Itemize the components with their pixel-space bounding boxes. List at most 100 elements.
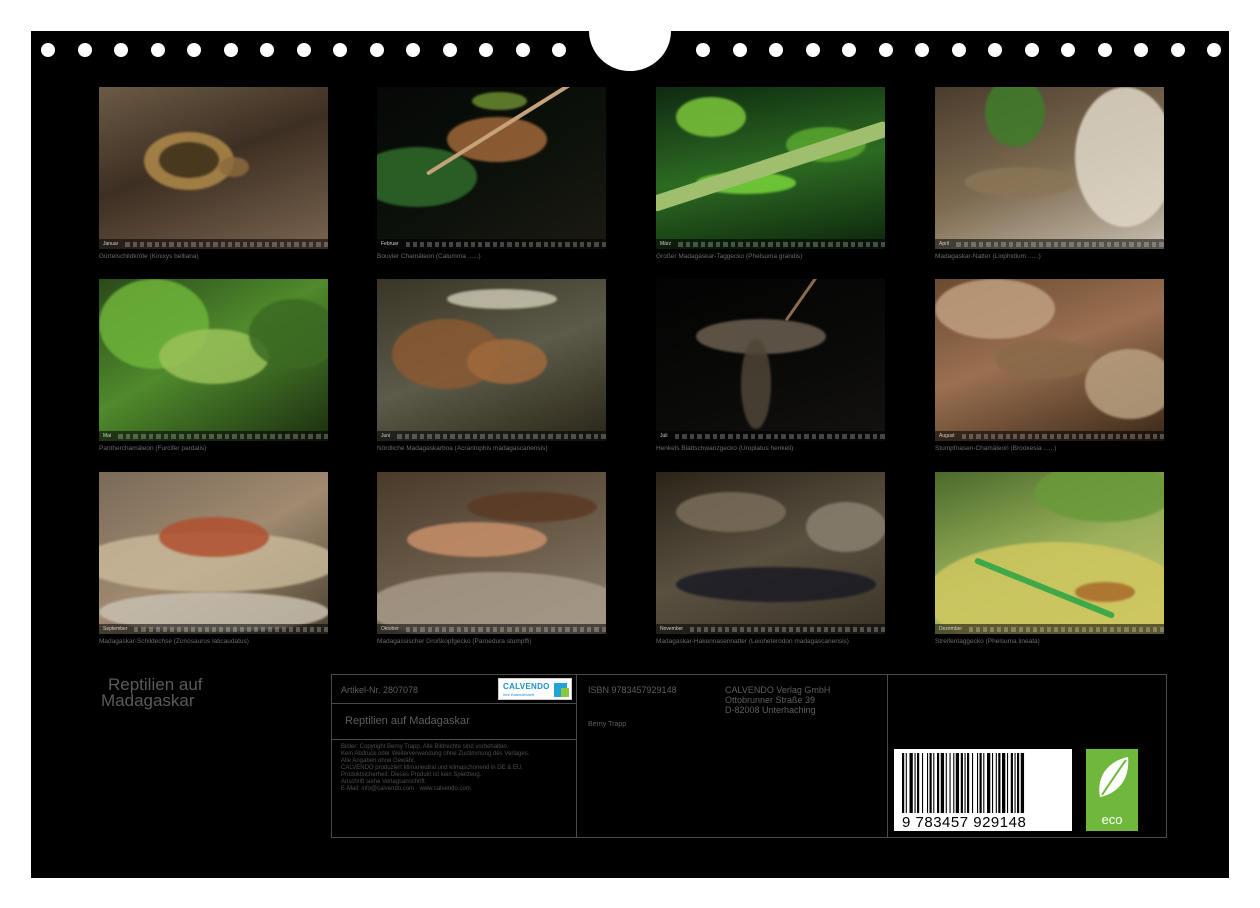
photo-caption: Stumpfnasen-Chamäleon (Brookesia ......) [935, 445, 1057, 452]
publisher-name: CALVENDO Verlag GmbH [725, 685, 831, 695]
photo-caption: Henkels Blattschwanzgecko (Uroplatus hen… [656, 445, 794, 452]
legal-line: Kein Abdruck oder Weiterverwendung ohne … [341, 751, 530, 757]
binding-hole [1207, 43, 1221, 57]
binding-hole [260, 43, 274, 57]
legal-line: CALVENDO produziert klimaneutral und kli… [341, 765, 523, 771]
month-name: Oktober [381, 626, 399, 632]
binding-hole [296, 43, 311, 57]
binding-hole [842, 43, 856, 57]
photo-caption: Madagaskar-Schildechse (Zonosaurus latic… [99, 638, 249, 645]
info-calendar-title: Reptilien auf Madagaskar [345, 715, 470, 727]
binding-hole [1024, 43, 1039, 57]
binding-hole [1097, 43, 1112, 57]
month-name: Juli [660, 433, 668, 439]
article-number: Artikel-Nr. 2807078 [341, 685, 419, 695]
leaf-icon [1099, 757, 1129, 797]
binding-hole [223, 43, 238, 57]
photo-caption: Gürtelschildkröte (Kinixys belliana) [99, 253, 199, 260]
publisher-street: Ottobrunner Straße 39 [725, 695, 816, 705]
binding-hole [878, 43, 893, 57]
month-bar: Dezember [935, 624, 1164, 634]
binding-hole [915, 43, 929, 57]
calvendo-logo-tag: Ihre Kalenderwelt [503, 692, 535, 697]
month-bar: November [656, 624, 885, 634]
month-bar: Februar [377, 239, 606, 249]
photo-caption: Madagassischer Großkopfgecko (Paroedura … [377, 638, 532, 645]
month-name: April [939, 241, 950, 247]
calendar-title: Reptilien auf Madagaskar [101, 676, 203, 710]
binding-hole [805, 43, 820, 57]
reptile-photo: Dezember [935, 472, 1164, 634]
calvendo-logo-text: CALVENDO [503, 682, 550, 691]
binding-hole [696, 43, 710, 57]
month-name: Januar [103, 241, 119, 247]
legal-text: Bilder: Copyright Berny Trapp. Alle Bild… [341, 744, 571, 793]
month-bar: Juli [656, 431, 885, 441]
binding-hole [187, 43, 201, 57]
reptile-photo: Oktober [377, 472, 606, 634]
info-box: Artikel-Nr. 2807078 CALVENDO Ihre Kalend… [331, 674, 1167, 838]
month-name: August [939, 433, 955, 439]
binding-hole [114, 43, 128, 57]
calendar-back-page: Januar Gürtelschildkröte (Kinixys bellian… [31, 31, 1229, 878]
photo-caption: Madagaskar-Natter (Liophidium ......) [935, 253, 1041, 260]
reptile-photo: August [935, 279, 1164, 441]
binding-hole [1134, 43, 1148, 57]
binding-hole [406, 43, 420, 57]
author: Berny Trapp [588, 721, 627, 728]
binding-hole [732, 43, 747, 57]
month-bar: März [656, 239, 885, 249]
month-bar: September [99, 624, 328, 634]
month-name: Dezember [939, 626, 963, 632]
photo-caption: Madagaskar-Hakennasennatter (Leioheterod… [656, 638, 849, 645]
legal-line: Bilder: Copyright Berny Trapp. Alle Bild… [341, 744, 509, 750]
binding-hole [769, 43, 783, 57]
reptile-photo: Februar [377, 87, 606, 249]
barcode-digits: 9 783457 929148 [902, 814, 1027, 831]
month-bar: Oktober [377, 624, 606, 634]
month-name: November [660, 626, 684, 632]
binding-hole [333, 43, 347, 57]
month-name: Mai [103, 433, 112, 439]
publisher-city: D-82008 Unterhaching [725, 705, 816, 715]
binding-hole [515, 43, 530, 57]
binding-hole [41, 43, 55, 57]
photo-caption: Streifentaggecko (Phelsuma lineata) [935, 638, 1040, 645]
month-name: Juni [381, 433, 391, 439]
month-bar: August [935, 431, 1164, 441]
month-bar: April [935, 239, 1164, 249]
month-bar: Juni [377, 431, 606, 441]
binding-hole [988, 43, 1002, 57]
calvendo-logo: CALVENDO Ihre Kalenderwelt [498, 678, 572, 700]
reptile-photo: März [656, 87, 885, 249]
legal-line: Produktsicherheit: Dieses Produkt ist ke… [341, 772, 482, 778]
photo-caption: Großer Madagaskar-Taggecko (Phelsuma gra… [656, 253, 803, 260]
binding-hole [369, 43, 384, 57]
reptile-photo: November [656, 472, 885, 634]
binding-hole [77, 43, 92, 57]
binding-hole [150, 43, 165, 57]
reptile-photo: Juli [656, 279, 885, 441]
publisher-address: CALVENDO Verlag GmbH Ottobrunner Straße … [725, 685, 830, 715]
legal-line: Alle Angaben ohne Gewähr. [341, 758, 416, 764]
month-bar: Januar [99, 239, 328, 249]
binding-hole [552, 43, 566, 57]
month-name: September [103, 626, 128, 632]
photo-caption: Nördliche Madagaskarboa (Acrantophis mad… [377, 445, 548, 452]
binding-hole [1061, 43, 1075, 57]
photo-caption: Bouvier Chamäleon (Calumma ......) [377, 253, 481, 260]
month-bar: Mai [99, 431, 328, 441]
binding-hole [479, 43, 493, 57]
reptile-photo: Juni [377, 279, 606, 441]
legal-line: Anschrift siehe Verlagsanschrift. [341, 779, 427, 785]
binding-hole [442, 43, 457, 57]
calendar-title-line-2: Madagaskar [101, 691, 195, 710]
photo-caption: Pantherchamäleon (Furcifer pardalis) [99, 445, 207, 452]
reptile-photo: Januar [99, 87, 328, 249]
legal-line: E-Mail: info@calvendo.com · www.calvendo… [341, 786, 471, 792]
isbn: ISBN 9783457929148 [588, 685, 677, 695]
reptile-photo: Mai [99, 279, 328, 441]
binding-hole [951, 43, 966, 57]
eco-label: eco [1101, 812, 1123, 827]
month-name: März [660, 241, 672, 247]
